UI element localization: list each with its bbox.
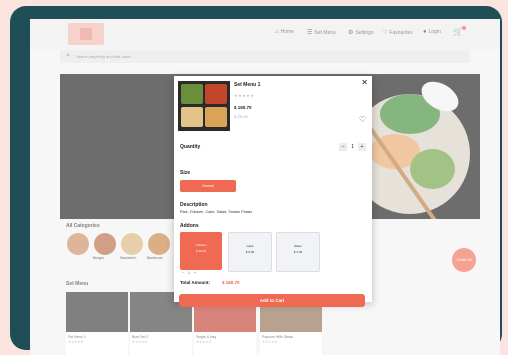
addons-label: Addons [180, 223, 199, 229]
add-to-cart-button[interactable]: Add to Cart [179, 294, 365, 307]
addon-price: $ 5.00 [245, 250, 255, 254]
food-box [205, 84, 227, 104]
addon-chicken[interactable]: Chicken $ 20.00 [180, 232, 222, 270]
addon-price: $ 2.00 [293, 250, 303, 254]
size-label: Size [180, 170, 191, 176]
addon-minus-button[interactable]: − [182, 271, 184, 275]
quantity-label: Quantity [180, 144, 201, 150]
addon-quantity-stepper: − 1 + [182, 271, 196, 275]
addon-name: Cake [246, 244, 254, 248]
food-box [181, 107, 203, 127]
addon-cake[interactable]: Cake $ 5.00 [228, 232, 272, 272]
addon-quantity-value: 1 [188, 271, 190, 275]
total-label: Total Amount: [180, 280, 210, 285]
product-rating: ★★★★★ [234, 93, 255, 98]
addon-water[interactable]: Water $ 2.00 [276, 232, 320, 272]
quantity-stepper: − 1 + [339, 143, 366, 151]
favourite-heart-icon[interactable]: ♡ [359, 115, 366, 124]
product-price: $ 150.70 [234, 105, 252, 110]
device-frame: ⌂ Home ☰ Set Menu ⚙ Settings ♡ Favourites ● L… [10, 6, 502, 355]
addon-plus-button[interactable]: + [194, 271, 196, 275]
quantity-plus-button[interactable]: + [358, 143, 366, 151]
description-text: Rice, Chicken, Cake, Salad, Smash Potato [180, 210, 253, 214]
close-icon[interactable]: ✕ [361, 78, 368, 87]
product-image [178, 81, 230, 131]
quantity-minus-button[interactable]: − [339, 143, 348, 151]
food-box [205, 107, 227, 127]
description-label: Description [180, 202, 208, 208]
addon-name: Water [294, 244, 302, 248]
total-value: $ 150.70 [222, 280, 240, 285]
product-title: Set Menu 1 [234, 82, 261, 88]
product-modal: ✕ Set Menu 1 ★★★★★ $ 150.70 $ 230.00 ♡ Q… [174, 76, 372, 307]
product-old-price: $ 230.00 [234, 115, 248, 119]
size-option-normal[interactable]: Normal [180, 180, 236, 192]
addon-price: $ 20.00 [195, 249, 206, 253]
food-box [181, 84, 203, 104]
addon-name: Chicken [195, 243, 207, 247]
quantity-value: 1 [351, 144, 354, 150]
app-screen: ⌂ Home ☰ Set Menu ⚙ Settings ♡ Favourites ● L… [30, 19, 500, 355]
